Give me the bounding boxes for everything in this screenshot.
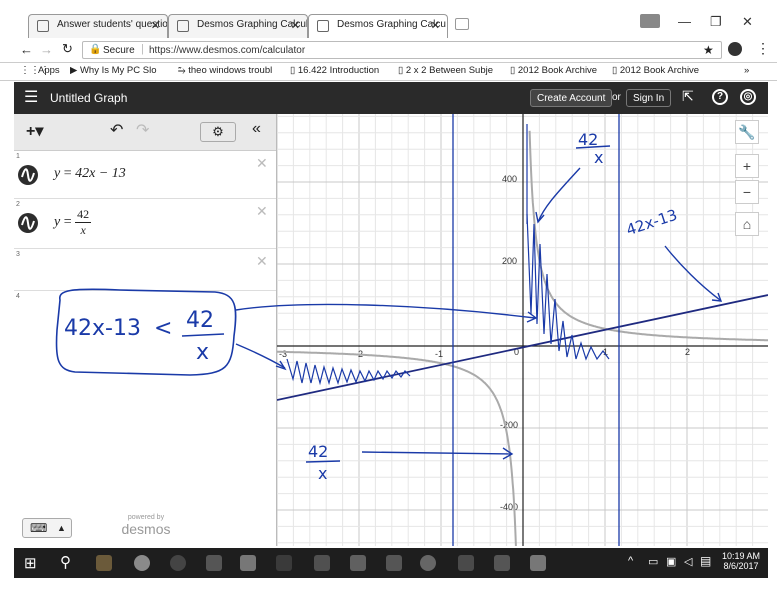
- network-icon[interactable]: ▣: [666, 555, 676, 568]
- store-icon[interactable]: [240, 555, 256, 571]
- ink-top-numerator: 42: [578, 130, 599, 149]
- clock-time: 10:19 AM: [722, 551, 761, 561]
- taskbar-clock[interactable]: 10:19 AM 8/6/2017: [722, 551, 760, 571]
- ink-bottom-numerator: 42: [308, 442, 329, 461]
- ink-bottom-fraction-bar: [305, 460, 341, 463]
- photos-icon[interactable]: [206, 555, 222, 571]
- ink-arrow-to-right-region: [235, 303, 536, 319]
- app-icon[interactable]: [494, 555, 510, 571]
- file-explorer-icon[interactable]: [96, 555, 112, 571]
- ink-top-denominator: x: [594, 148, 604, 167]
- chrome-icon[interactable]: [134, 555, 150, 571]
- ink-box-denominator: x: [196, 340, 210, 365]
- magnifier-icon[interactable]: [386, 555, 402, 571]
- ink-box-numerator: 42: [186, 308, 214, 333]
- ink-arrow-to-left-region: [235, 343, 286, 369]
- settings-app-icon[interactable]: [314, 555, 330, 571]
- ink-box-operator: <: [154, 316, 173, 341]
- utility-app-icon[interactable]: [350, 555, 366, 571]
- ink-annotations: [55, 145, 723, 463]
- ink-bottom-denominator: x: [318, 464, 328, 483]
- ink-box-fraction-bar: [181, 333, 225, 337]
- clock-date: 8/6/2017: [723, 561, 759, 571]
- ink-box-lhs: 42x-13: [64, 316, 141, 341]
- ink-arrow-top-fraction: [537, 167, 581, 223]
- ink-arrow-bottom-fraction: [361, 451, 513, 455]
- volume-icon[interactable]: ◁: [684, 555, 692, 568]
- windows-start-icon[interactable]: ⊞: [24, 554, 37, 572]
- m-app-icon[interactable]: [276, 555, 292, 571]
- battery-icon[interactable]: ▭: [648, 555, 658, 568]
- tray-chevron-icon[interactable]: ^: [628, 555, 633, 567]
- ink-arrow-line-label: [664, 245, 721, 301]
- media-icon[interactable]: [420, 555, 436, 571]
- app-icon[interactable]: [170, 555, 186, 571]
- chart-app-icon[interactable]: [530, 555, 546, 571]
- app-icon[interactable]: [458, 555, 474, 571]
- search-icon[interactable]: ⚲: [60, 553, 71, 571]
- notification-icon[interactable]: ▤: [700, 554, 711, 568]
- windows-taskbar: ⊞ ⚲ ^ ▭ ▣ ◁ ▤ 10:19 AM 8/6/2017: [14, 548, 768, 578]
